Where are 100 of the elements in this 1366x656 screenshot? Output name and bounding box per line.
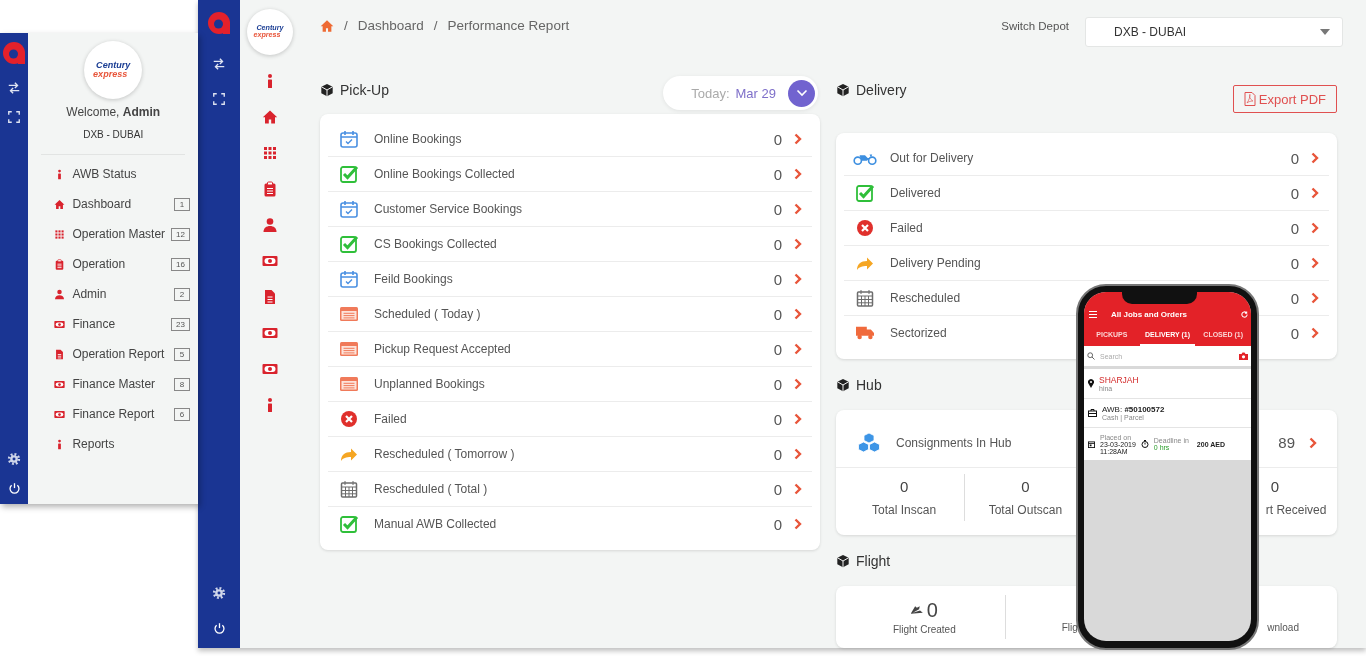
menu-item[interactable]: Finance xyxy=(72,317,166,331)
calendar-check-icon xyxy=(339,199,359,219)
section-title: Pick-Up xyxy=(340,82,389,98)
chevron-right-icon[interactable] xyxy=(794,378,802,390)
chevron-right-icon[interactable] xyxy=(794,238,802,250)
breadcrumb-link[interactable]: Performance Report xyxy=(447,18,570,33)
stat-label: wnload xyxy=(1267,622,1299,633)
field-label: Switch Depot xyxy=(1001,20,1069,32)
fullscreen-icon[interactable] xyxy=(213,93,225,105)
chevron-right-icon[interactable] xyxy=(794,483,802,495)
chevron-right-icon[interactable] xyxy=(794,308,802,320)
chevron-right-icon[interactable] xyxy=(1311,152,1319,164)
swap-icon[interactable] xyxy=(212,57,226,71)
count-badge: 12 xyxy=(171,227,190,241)
export-pdf-button[interactable]: Export PDF xyxy=(1232,85,1337,113)
stat-label: Failed xyxy=(374,412,407,426)
plane-icon xyxy=(910,604,925,617)
stat-label: Scheduled ( Today ) xyxy=(374,307,481,321)
logo-icon xyxy=(207,11,231,35)
chevron-right-icon[interactable] xyxy=(794,343,802,355)
menu-icon[interactable] xyxy=(1089,310,1097,318)
stat-label: Online Bookings Collected xyxy=(374,167,515,181)
breadcrumb-link[interactable]: Dashboard xyxy=(357,18,424,33)
awb-number: AWB: #50100572 xyxy=(1102,405,1165,414)
chevron-right-icon[interactable] xyxy=(794,133,802,145)
stat-label: Out for Delivery xyxy=(890,151,974,165)
count-badge: 23 xyxy=(171,317,190,331)
settings-icon[interactable] xyxy=(7,452,22,466)
chevron-right-icon[interactable] xyxy=(794,273,802,285)
chevron-right-icon[interactable] xyxy=(794,518,802,530)
stat-value: 0 xyxy=(773,270,782,288)
stat-label: Rescheduled ( Tomorrow ) xyxy=(374,447,515,461)
fullscreen-icon[interactable] xyxy=(8,111,21,123)
chevron-right-icon[interactable] xyxy=(1311,222,1319,234)
pdf-file-icon xyxy=(1243,92,1256,106)
summary-label: Consignments In Hub xyxy=(896,435,1012,450)
power-icon[interactable] xyxy=(7,482,21,495)
dropdown-button[interactable] xyxy=(788,79,815,107)
settings-icon[interactable] xyxy=(212,586,226,600)
banknote-icon xyxy=(262,253,278,269)
menu-item[interactable]: Operation Master xyxy=(72,227,166,241)
stat-label: Failed xyxy=(890,221,923,235)
stat-value: 0 xyxy=(773,165,782,183)
menu-item[interactable]: Finance Master xyxy=(72,377,168,391)
stat-label: Flig xyxy=(1061,622,1078,633)
stat-value: 0 xyxy=(773,515,782,533)
chevron-right-icon[interactable] xyxy=(1311,327,1319,339)
menu-item[interactable]: Finance Report xyxy=(72,407,168,421)
stat-value: 0 xyxy=(773,340,782,358)
menu-item[interactable]: Operation xyxy=(72,257,166,271)
chevron-right-icon[interactable] xyxy=(1311,187,1319,199)
menu-item[interactable]: Dashboard xyxy=(72,197,168,211)
chevron-right-icon[interactable] xyxy=(794,168,802,180)
date-selector[interactable]: Today: Mar 29 xyxy=(663,76,818,110)
grid-icon xyxy=(53,228,65,240)
refresh-icon[interactable] xyxy=(1241,310,1248,318)
stat-value: 0 xyxy=(773,410,782,428)
chevron-right-icon[interactable] xyxy=(1311,292,1319,304)
chevron-right-icon[interactable] xyxy=(1309,436,1317,449)
depot-select[interactable]: DXB - DUBAI xyxy=(1085,17,1343,47)
stat-label: Online Bookings xyxy=(374,132,462,146)
location-pin-icon xyxy=(1088,379,1094,388)
swap-icon[interactable] xyxy=(7,81,22,95)
calendar-icon xyxy=(339,479,359,499)
city-name: SHARJAH xyxy=(1099,375,1139,385)
camera-icon[interactable] xyxy=(1239,352,1248,360)
app-title: All Jobs and Orders xyxy=(1111,309,1189,319)
stat-value: 0 xyxy=(1290,184,1299,202)
stat-label: Manual AWB Collected xyxy=(374,517,497,531)
calendar-check-icon xyxy=(339,269,359,289)
list-icon xyxy=(339,304,359,324)
chevron-right-icon[interactable] xyxy=(794,448,802,460)
power-icon[interactable] xyxy=(212,622,226,635)
welcome-text: Welcome, Admin xyxy=(66,105,161,119)
stat-value: 0 xyxy=(773,445,782,463)
stat-label: Pickup Request Accepted xyxy=(374,342,511,356)
chevron-right-icon[interactable] xyxy=(794,413,802,425)
chevron-right-icon[interactable] xyxy=(1311,257,1319,269)
count-badge: 1 xyxy=(174,197,190,211)
stopwatch-icon xyxy=(1140,440,1149,448)
home-icon[interactable] xyxy=(320,18,334,33)
count-badge: 5 xyxy=(174,347,190,361)
stat-label: Customer Service Bookings xyxy=(374,202,523,216)
user-icon xyxy=(53,288,65,300)
home-icon xyxy=(53,198,65,210)
count-badge: 6 xyxy=(174,407,190,421)
count-badge: 8 xyxy=(174,377,190,391)
stat-label: Delivery Pending xyxy=(890,256,981,270)
calendar-check-icon xyxy=(339,129,359,149)
stat-value: 0 xyxy=(1021,477,1030,495)
menu-item[interactable]: Admin xyxy=(72,287,168,301)
chevron-right-icon[interactable] xyxy=(794,203,802,215)
stat-value: 0 xyxy=(773,375,782,393)
menu-item[interactable]: AWB Status xyxy=(72,167,190,181)
menu-item[interactable]: Operation Report xyxy=(72,347,168,361)
box-icon xyxy=(836,377,850,392)
stat-value: 0 xyxy=(899,477,909,495)
home-icon xyxy=(262,109,278,125)
menu-item[interactable]: Reports xyxy=(72,437,190,451)
banknote-icon xyxy=(53,318,65,330)
